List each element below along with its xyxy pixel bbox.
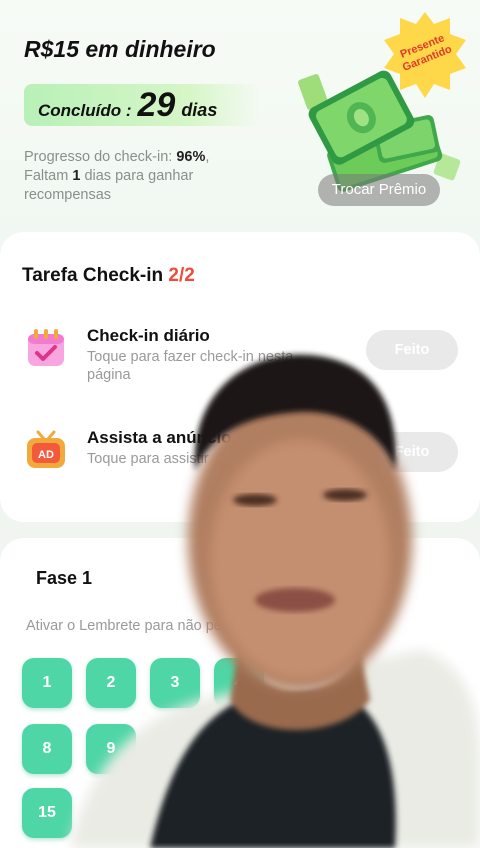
day-tile[interactable]: 1 (22, 658, 72, 708)
svg-text:AD: AD (38, 449, 54, 461)
progress-label: Progresso do check-in: (24, 149, 177, 165)
checkin-task-card: Tarefa Check-in 2/2 Check-in diário Toqu… (0, 232, 480, 522)
done-button[interactable]: Feito (366, 432, 458, 472)
phase-title: Fase 1 (36, 568, 93, 588)
progress-percent: 96% (176, 149, 206, 165)
task-name: Check-in diário (87, 326, 210, 345)
task-card-title: Tarefa Check-in 2/2 (22, 265, 195, 287)
done-button[interactable]: Feito (366, 330, 458, 370)
task-row-watch-ad: AD Assista a anúncio Toque para assistir… (0, 428, 480, 498)
phase-card: Fase 1 Ativar o Lembrete para não perder… (0, 538, 480, 848)
task-ratio: 2/2 (168, 265, 195, 286)
completed-days-count: 29 (137, 86, 176, 124)
progress-comma: , (205, 149, 210, 165)
completed-days-unit: dias (181, 100, 218, 120)
progress-text: Progresso do check-in: 96%, Faltam 1 dia… (24, 148, 264, 205)
task-name: Assista a anúncio (87, 428, 232, 447)
task-row-daily-checkin: Check-in diário Toque para fazer check-i… (0, 326, 480, 396)
day-tile[interactable]: 3 (150, 658, 200, 708)
ad-tv-icon: AD (27, 430, 65, 468)
remaining-prefix: Faltam (24, 168, 73, 184)
swap-prize-button[interactable]: Trocar Prêmio (318, 174, 440, 206)
calendar-icon (28, 329, 64, 366)
reward-header: R$15 em dinheiro Concluído : 29 dias Pro… (0, 0, 480, 225)
day-tile[interactable]: 2 (86, 658, 136, 708)
reward-title: R$15 em dinheiro (24, 36, 216, 62)
day-tile[interactable]: 8 (22, 724, 72, 774)
task-description: Toque para fazer check-in nesta página (87, 349, 294, 383)
completed-days-pill: Concluído : 29 dias (24, 84, 260, 126)
completed-label: Concluído : (38, 101, 132, 120)
reminder-text[interactable]: Ativar o Lembrete para não perder (26, 618, 248, 634)
day-tile[interactable]: 4 (214, 658, 264, 708)
task-description: Toque para assistir (87, 451, 209, 467)
day-tile[interactable]: 15 (22, 788, 72, 838)
day-tile[interactable]: 9 (86, 724, 136, 774)
task-title-text: Tarefa Check-in (22, 265, 169, 286)
